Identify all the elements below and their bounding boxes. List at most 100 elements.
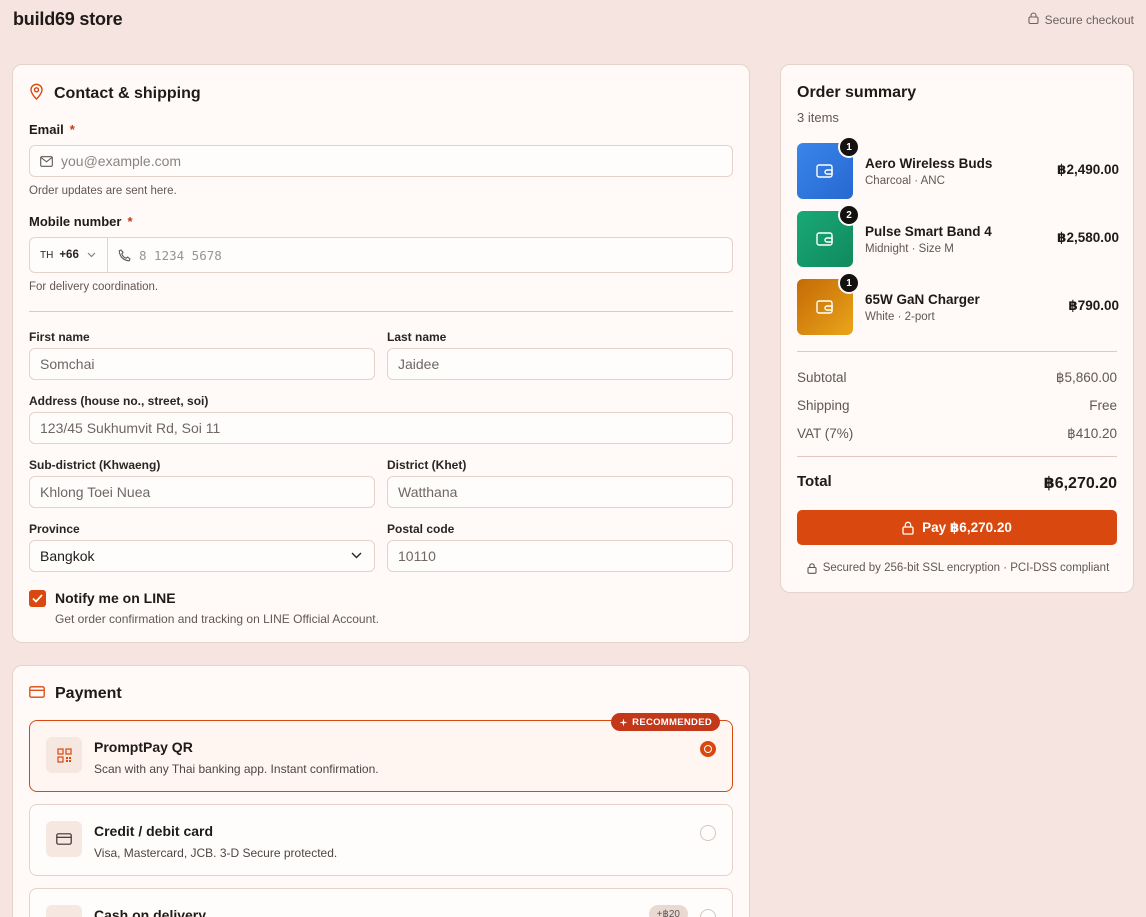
email-label-text: Email (29, 122, 64, 137)
contact-section-header: Contact & shipping (29, 83, 201, 105)
cod-fee-badge: +฿20 (648, 905, 688, 917)
promptpay-description: Scan with any Thai banking app. Instant … (94, 762, 379, 776)
mobile-hint: For delivery coordination. (29, 281, 159, 293)
country-code: TH (40, 249, 54, 261)
lock-icon (807, 562, 817, 574)
cart-item: 1 Aero Wireless Buds Charcoal · ANC ฿2,4… (797, 136, 1119, 199)
cart-item: 1 65W GaN Charger White · 2-port ฿790.00 (797, 272, 1119, 335)
product-price: ฿790.00 (1068, 298, 1119, 313)
product-price: ฿2,580.00 (1057, 230, 1119, 245)
line-notify-checkbox[interactable] (29, 590, 46, 607)
address-value: 123/45 Sukhumvit Rd, Soi 11 (40, 420, 221, 436)
card-name: Credit / debit card (94, 823, 214, 839)
subtotal-value: ฿5,860.00 (1055, 370, 1117, 385)
payment-card: Payment RECOMMENDED PromptPay QR Scan wi… (12, 665, 750, 917)
country-code-select[interactable]: TH +66 (30, 238, 108, 272)
store-brand[interactable]: build69 store (13, 9, 123, 30)
product-variant: Midnight · Size M (865, 243, 954, 255)
quantity-badge: 1 (838, 136, 860, 158)
mobile-placeholder: 8 1234 5678 (139, 247, 222, 263)
order-summary-card: Order summary 3 items 1 Aero Wireless Bu… (780, 64, 1134, 593)
mobile-field[interactable]: TH +66 8 1234 5678 (29, 237, 733, 273)
cod-name: Cash on delivery (94, 907, 207, 917)
recommended-badge: RECOMMENDED (611, 713, 720, 731)
summary-divider (797, 351, 1117, 352)
credit-card-icon (46, 821, 82, 857)
qr-code-icon (46, 737, 82, 773)
product-variant: White · 2-port (865, 311, 935, 323)
subtotal-label: Subtotal (797, 370, 847, 385)
ssl-note: Secured by 256-bit SSL encryption · PCI-… (781, 562, 1135, 574)
province-select[interactable]: Bangkok (29, 540, 375, 572)
wallet-icon (816, 299, 834, 315)
chevron-down-icon (351, 552, 362, 559)
vat-label: VAT (7%) (797, 426, 854, 441)
required-mark: * (127, 214, 133, 229)
last-name-label: Last name (387, 330, 447, 344)
section-divider (29, 311, 733, 312)
promptpay-radio[interactable] (700, 741, 716, 757)
contact-section-title: Contact & shipping (54, 85, 201, 102)
lock-icon (1028, 12, 1039, 27)
total-row: Total ฿6,270.20 (797, 473, 1117, 492)
ssl-note-text: Secured by 256-bit SSL encryption · PCI-… (822, 562, 1110, 574)
line-notify-label[interactable]: Notify me on LINE (55, 590, 176, 606)
promptpay-name: PromptPay QR (94, 739, 193, 755)
order-summary-title: Order summary (797, 84, 917, 101)
lock-icon (902, 521, 914, 535)
district-field[interactable]: Watthana (387, 476, 733, 508)
card-description: Visa, Mastercard, JCB. 3-D Secure protec… (94, 846, 338, 860)
credit-card-icon (29, 685, 45, 703)
province-label: Province (29, 522, 80, 536)
postal-code-field[interactable]: 10110 (387, 540, 733, 572)
vat-value: ฿410.20 (1067, 426, 1117, 441)
total-label: Total (797, 473, 832, 490)
product-name: Aero Wireless Buds (865, 156, 993, 171)
total-value: ฿6,270.20 (1043, 475, 1117, 492)
card-radio[interactable] (700, 825, 716, 841)
address-label: Address (house no., street, soi) (29, 394, 209, 408)
shipping-row: Shipping Free (797, 398, 1117, 413)
mail-icon (40, 155, 53, 167)
phone-icon (118, 248, 131, 262)
payment-option-cod[interactable]: Cash on delivery +฿20 (29, 888, 733, 917)
email-label: Email * (29, 122, 75, 137)
payment-option-promptpay[interactable]: RECOMMENDED PromptPay QR Scan with any T… (29, 713, 733, 792)
last-name-field[interactable]: Jaidee (387, 348, 733, 380)
first-name-label: First name (29, 330, 90, 344)
secure-checkout-label: Secure checkout (1044, 12, 1134, 27)
wallet-icon (816, 163, 834, 179)
mobile-label-text: Mobile number (29, 214, 122, 229)
cart-item: 2 Pulse Smart Band 4 Midnight · Size M ฿… (797, 204, 1119, 267)
payment-option-card[interactable]: Credit / debit card Visa, Mastercard, JC… (29, 804, 733, 876)
quantity-badge: 2 (838, 204, 860, 226)
pay-button[interactable]: Pay ฿6,270.20 (797, 510, 1117, 545)
line-notify-description: Get order confirmation and tracking on L… (55, 612, 379, 626)
cash-icon (46, 905, 82, 917)
wallet-icon (816, 231, 834, 247)
shipping-label: Shipping (797, 398, 850, 413)
dial-code: +66 (59, 249, 79, 261)
required-mark: * (69, 122, 75, 137)
shipping-value: Free (1089, 398, 1117, 413)
payment-section-title: Payment (55, 685, 122, 702)
first-name-field[interactable]: Somchai (29, 348, 375, 380)
product-variant: Charcoal · ANC (865, 175, 945, 187)
chevron-down-icon (87, 252, 96, 258)
top-bar: build69 store Secure checkout (0, 0, 1146, 40)
cod-radio[interactable] (700, 909, 716, 917)
email-field[interactable]: you@example.com (29, 145, 733, 177)
mobile-label: Mobile number * (29, 214, 133, 229)
subdistrict-value: Khlong Toei Nuea (40, 484, 151, 500)
district-value: Watthana (398, 484, 458, 500)
quantity-badge: 1 (838, 272, 860, 294)
address-field[interactable]: 123/45 Sukhumvit Rd, Soi 11 (29, 412, 733, 444)
payment-section-header: Payment (29, 685, 122, 703)
vat-row: VAT (7%) ฿410.20 (797, 426, 1117, 441)
postal-code-label: Postal code (387, 522, 455, 536)
secure-checkout-indicator: Secure checkout (1028, 12, 1134, 27)
subdistrict-field[interactable]: Khlong Toei Nuea (29, 476, 375, 508)
postal-code-value: 10110 (398, 548, 436, 564)
district-label: District (Khet) (387, 458, 467, 472)
email-placeholder: you@example.com (61, 153, 182, 169)
